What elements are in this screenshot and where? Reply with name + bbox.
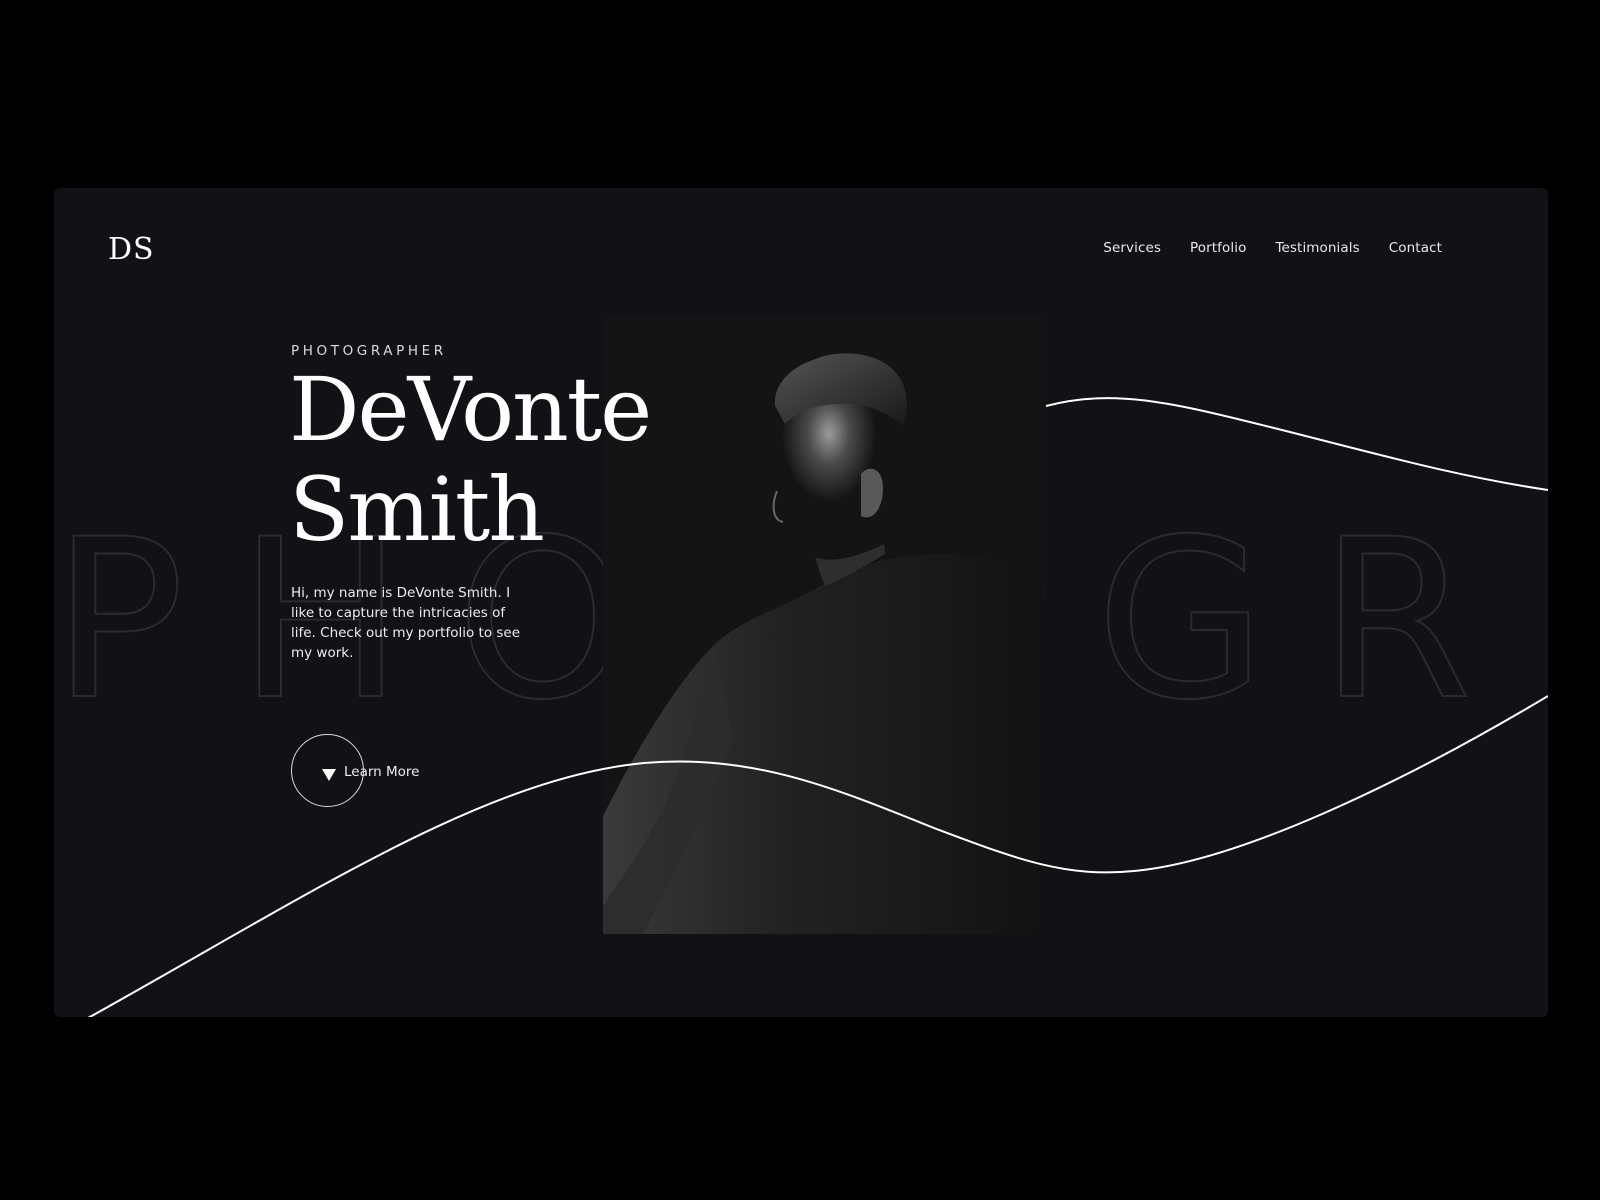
hero-name: DeVonte Smith	[289, 358, 652, 561]
ds-logo[interactable]: DS	[108, 230, 156, 264]
hero-intro: Hi, my name is DeVonte Smith. I like to …	[291, 585, 521, 661]
main-nav: Services Portfolio Testimonials Contact	[1103, 240, 1442, 256]
logo-text: DS	[108, 232, 155, 264]
upper-wave-line	[1045, 397, 1548, 491]
portrait-illustration	[603, 316, 1046, 934]
learn-more-circle[interactable]: Learn More	[291, 734, 420, 807]
nav-item-services[interactable]: Services	[1103, 240, 1161, 256]
hero-eyebrow: PHOTOGRAPHER	[291, 343, 447, 359]
website-hero-card: PHOTOGR	[54, 188, 1548, 1017]
page-backdrop: PHOTOGR	[0, 0, 1600, 1200]
portrait-photo	[603, 316, 1046, 934]
triangle-down-icon	[322, 769, 336, 781]
nav-item-contact[interactable]: Contact	[1389, 240, 1442, 256]
nav-item-testimonials[interactable]: Testimonials	[1275, 240, 1359, 256]
learn-more-button[interactable]: Learn More	[291, 733, 420, 808]
nav-item-portfolio[interactable]: Portfolio	[1190, 240, 1246, 256]
learn-more-label: Learn More	[344, 764, 420, 780]
hero-name-line2: Smith	[289, 458, 545, 561]
hero-name-line1: DeVonte	[289, 358, 652, 461]
